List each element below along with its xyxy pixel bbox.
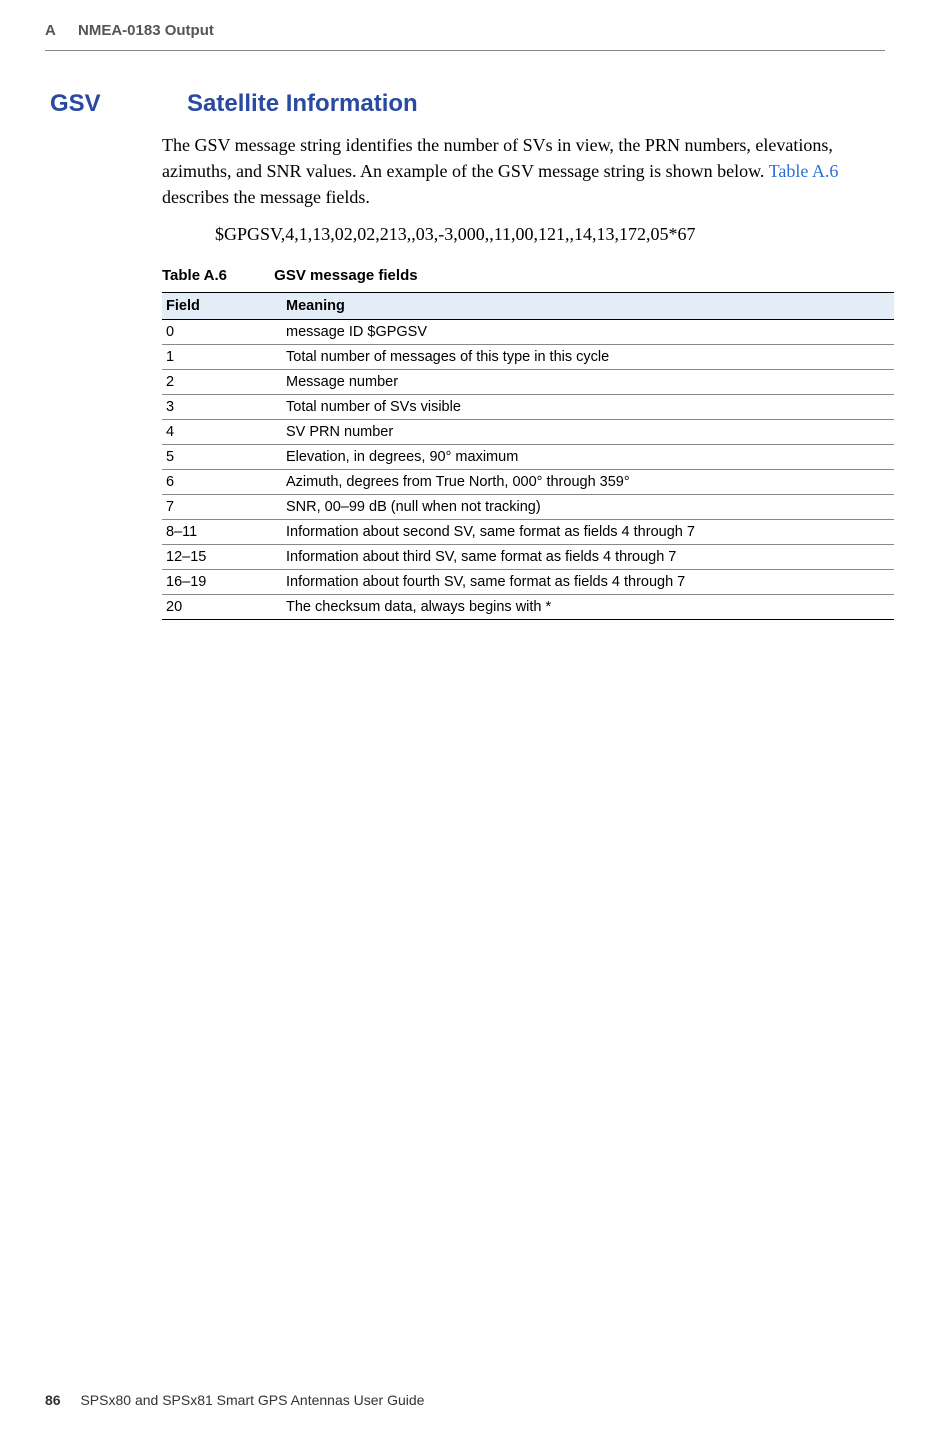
table-row: 20The checksum data, always begins with … <box>162 595 894 620</box>
cell-field: 5 <box>162 445 282 470</box>
table-row: 1Total number of messages of this type i… <box>162 345 894 370</box>
table-number: Table A.6 <box>162 267 270 284</box>
cell-field: 1 <box>162 345 282 370</box>
col-meaning: Meaning <box>282 293 894 320</box>
cell-meaning: Total number of messages of this type in… <box>282 345 894 370</box>
cell-meaning: Total number of SVs visible <box>282 395 894 420</box>
cell-field: 0 <box>162 320 282 345</box>
page-header: A NMEA-0183 Output <box>45 22 214 39</box>
cell-meaning: Azimuth, degrees from True North, 000° t… <box>282 470 894 495</box>
page-number: 86 <box>45 1392 61 1408</box>
cell-field: 20 <box>162 595 282 620</box>
table-row: 8–11Information about second SV, same fo… <box>162 520 894 545</box>
table-row: 12–15Information about third SV, same fo… <box>162 545 894 570</box>
table-row: 16–19Information about fourth SV, same f… <box>162 570 894 595</box>
para-text-a: The GSV message string identifies the nu… <box>162 135 833 181</box>
cell-field: 7 <box>162 495 282 520</box>
section-tag: GSV <box>50 90 145 118</box>
cell-field: 16–19 <box>162 570 282 595</box>
cell-meaning: message ID $GPGSV <box>282 320 894 345</box>
table-title: GSV message fields <box>274 267 417 284</box>
cell-meaning: Message number <box>282 370 894 395</box>
section-body: GSV Satellite Information The GSV messag… <box>50 90 885 620</box>
header-title: NMEA-0183 Output <box>78 22 214 39</box>
cell-meaning: Elevation, in degrees, 90° maximum <box>282 445 894 470</box>
cell-field: 12–15 <box>162 545 282 570</box>
table-row: 0message ID $GPGSV <box>162 320 894 345</box>
example-string: $GPGSV,4,1,13,02,02,213,,03,-3,000,,11,0… <box>215 224 885 245</box>
guide-title: SPSx80 and SPSx81 Smart GPS Antennas Use… <box>80 1392 424 1408</box>
cell-meaning: Information about second SV, same format… <box>282 520 894 545</box>
cell-field: 2 <box>162 370 282 395</box>
cell-field: 6 <box>162 470 282 495</box>
page-footer: 86 SPSx80 and SPSx81 Smart GPS Antennas … <box>45 1392 424 1408</box>
table-row: 7SNR, 00–99 dB (null when not tracking) <box>162 495 894 520</box>
appendix-letter: A <box>45 22 56 39</box>
table-row: 3Total number of SVs visible <box>162 395 894 420</box>
cell-meaning: SNR, 00–99 dB (null when not tracking) <box>282 495 894 520</box>
table-row: 4SV PRN number <box>162 420 894 445</box>
section-heading: GSV Satellite Information <box>50 90 885 118</box>
cell-meaning: Information about third SV, same format … <box>282 545 894 570</box>
message-fields-table: Field Meaning 0message ID $GPGSV 1Total … <box>162 292 894 620</box>
paragraph: The GSV message string identifies the nu… <box>162 132 885 210</box>
cell-meaning: The checksum data, always begins with * <box>282 595 894 620</box>
cell-meaning: Information about fourth SV, same format… <box>282 570 894 595</box>
table-row: 2Message number <box>162 370 894 395</box>
col-field: Field <box>162 293 282 320</box>
table-row: 6Azimuth, degrees from True North, 000° … <box>162 470 894 495</box>
cell-field: 4 <box>162 420 282 445</box>
para-text-b: describes the message fields. <box>162 187 370 207</box>
table-header-row: Field Meaning <box>162 293 894 320</box>
table-row: 5Elevation, in degrees, 90° maximum <box>162 445 894 470</box>
header-rule <box>45 50 885 51</box>
cell-field: 8–11 <box>162 520 282 545</box>
section-title: Satellite Information <box>187 90 418 118</box>
table-caption: Table A.6 GSV message fields <box>162 267 885 284</box>
table-ref-link[interactable]: Table A.6 <box>769 161 839 181</box>
cell-field: 3 <box>162 395 282 420</box>
cell-meaning: SV PRN number <box>282 420 894 445</box>
